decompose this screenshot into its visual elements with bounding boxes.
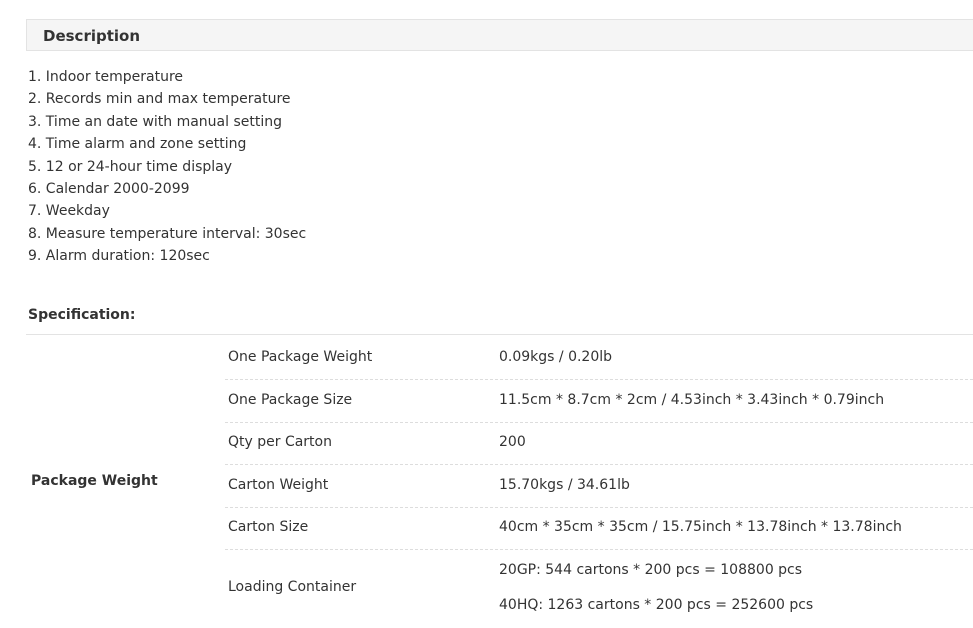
spec-value: 11.5cm * 8.7cm * 2cm / 4.53inch * 3.43in… (499, 392, 885, 408)
spec-value: 40cm * 35cm * 35cm / 15.75inch * 13.78in… (499, 519, 902, 535)
spec-value: 0.09kgs / 0.20lb (499, 349, 613, 365)
table-row: Carton Weight 15.70kgs / 34.61lb (225, 465, 973, 508)
list-item: 2. Records min and max temperature (28, 91, 291, 108)
spec-key: One Package Weight (228, 349, 373, 365)
spec-key: One Package Size (228, 392, 353, 408)
list-item: 1. Indoor temperature (28, 69, 184, 85)
table-row: Loading Container 20GP: 544 cartons * 20… (225, 550, 973, 628)
list-item: 5. 12 or 24-hour time display (28, 158, 233, 175)
spec-key: Carton Size (228, 519, 309, 535)
description-header: Description (26, 19, 973, 51)
spec-value: 20GP: 544 cartons * 200 pcs = 108800 pcs (499, 562, 803, 578)
list-item: 7. Weekday (28, 203, 110, 220)
spec-value: 15.70kgs / 34.61lb (499, 477, 630, 493)
spec-key: Carton Weight (228, 477, 329, 493)
list-item: 8. Measure temperature interval: 30sec (28, 225, 307, 242)
table-row: Carton Size 40cm * 35cm * 35cm / 15.75in… (225, 508, 973, 550)
specification-title: Specification: (28, 307, 136, 323)
spec-key: Loading Container (228, 579, 357, 595)
list-item: 3. Time an date with manual setting (28, 113, 283, 130)
list-item: 4. Time alarm and zone setting (28, 136, 247, 153)
spec-key: Qty per Carton (228, 434, 332, 450)
list-item: 9. Alarm duration: 120sec (28, 248, 210, 265)
description-title: Description (43, 27, 141, 45)
spec-group-label: Package Weight (31, 473, 158, 489)
table-row: One Package Size 11.5cm * 8.7cm * 2cm / … (225, 380, 973, 423)
list-item: 6. Calendar 2000-2099 (28, 180, 190, 197)
table-row: Qty per Carton 200 (225, 423, 973, 465)
table-row: One Package Weight 0.09kgs / 0.20lb (225, 335, 973, 380)
spec-value: 40HQ: 1263 cartons * 200 pcs = 252600 pc… (499, 597, 814, 613)
spec-value: 200 (499, 434, 526, 450)
description-list: 1. Indoor temperature 2. Records min and… (28, 66, 306, 268)
